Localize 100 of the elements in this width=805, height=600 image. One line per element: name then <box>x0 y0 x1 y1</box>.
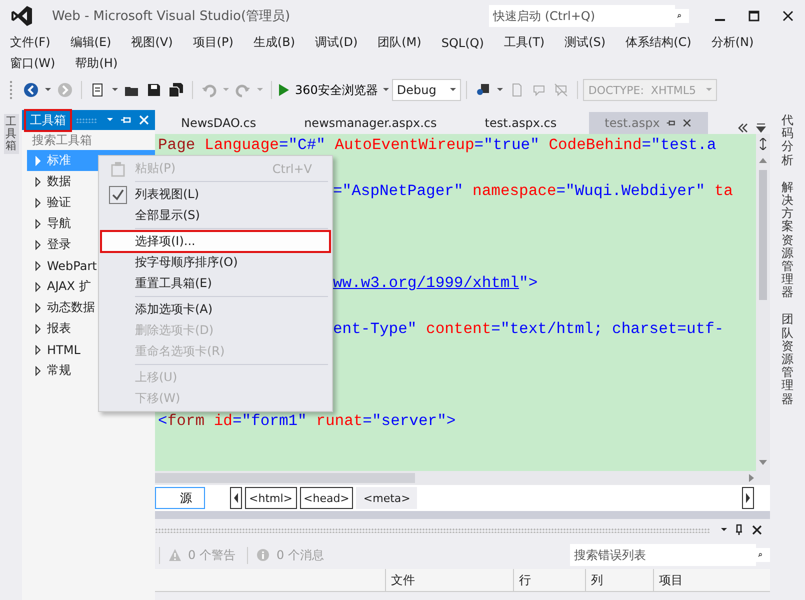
menu-item[interactable]: 测试(S) <box>558 34 612 51</box>
scroll-left-icon[interactable] <box>230 487 242 509</box>
info-icon <box>256 548 270 562</box>
play-icon <box>279 84 289 96</box>
close-icon[interactable] <box>682 118 692 128</box>
error-search-field[interactable]: 搜索错误列表 <box>570 544 756 566</box>
menu-item[interactable]: 编辑(E) <box>64 34 118 51</box>
menu-item[interactable]: 项目(P) <box>186 34 240 51</box>
side-panel-tab[interactable]: 团队资源管理器 <box>782 313 794 406</box>
menu-item[interactable]: 调试(D) <box>309 34 364 51</box>
breadcrumb-tag[interactable]: <html> <box>245 487 296 509</box>
column-header[interactable]: 行 <box>514 569 586 591</box>
scroll-tabs-icon[interactable] <box>737 122 749 134</box>
toolbox-side-tab[interactable]: 工具箱 <box>4 114 18 154</box>
scroll-down-icon[interactable] <box>759 459 767 467</box>
menu-item[interactable]: 工具(T) <box>498 34 551 51</box>
code-token: content <box>425 320 492 338</box>
scrollbar-thumb[interactable] <box>759 170 767 300</box>
code-token: ="server" <box>362 412 446 430</box>
expand-arrow-icon <box>35 260 41 270</box>
caret-icon[interactable] <box>382 88 389 92</box>
configuration-dropdown[interactable]: Debug <box>392 79 462 101</box>
code-token: AutoEventWireup <box>334 136 474 154</box>
clipboard-icon <box>109 160 127 178</box>
menu-item[interactable]: 体系结构(C) <box>620 34 698 51</box>
back-icon[interactable] <box>23 82 39 98</box>
code-token: id <box>212 412 232 430</box>
expand-arrow-icon <box>35 240 41 250</box>
toolbox-search-field[interactable]: 搜索工具箱 <box>28 129 149 151</box>
code-token: ="test.a <box>642 136 716 154</box>
code-token: runat <box>315 412 363 430</box>
scroll-right-icon[interactable] <box>742 487 754 509</box>
quick-launch-field[interactable]: 快速启动 (Ctrl+Q) <box>489 5 675 27</box>
search-icon[interactable] <box>675 9 689 23</box>
context-menu-item[interactable]: 添加选项卡(A) <box>101 299 330 320</box>
expand-arrow-icon <box>35 218 41 228</box>
window-title: Web - Microsoft Visual Studio(管理员) <box>52 8 292 25</box>
column-header[interactable]: 列 <box>586 569 654 591</box>
side-panel-tab[interactable]: 代码分析 <box>782 114 794 167</box>
context-menu-item[interactable]: 重置工具箱(E) <box>101 273 330 294</box>
side-panel-tab[interactable]: 解决方案资源管理器 <box>782 180 794 300</box>
code-token: ent-Type" <box>333 320 417 338</box>
maximize-icon[interactable] <box>748 10 760 22</box>
document-tab[interactable]: newsmanager.aspx.cs <box>288 112 453 134</box>
run-button[interactable]: 360安全浏览器 <box>277 82 380 98</box>
context-menu-item[interactable]: 选择项(I)... <box>101 231 330 252</box>
menu-item[interactable]: SQL(Q) <box>435 36 490 50</box>
pin-icon[interactable] <box>733 524 745 536</box>
code-token: Language <box>204 136 279 154</box>
code-token: ="form1" <box>232 412 307 430</box>
caret-icon[interactable] <box>497 88 504 92</box>
caret-icon[interactable] <box>112 88 118 92</box>
caret-icon <box>706 88 712 92</box>
expand-arrow-icon <box>35 344 41 354</box>
save-all-icon[interactable] <box>168 82 184 98</box>
column-header[interactable]: 项目 <box>654 569 770 591</box>
code-token: namespace <box>472 182 556 200</box>
breadcrumb-tag[interactable]: <meta> <box>356 487 418 509</box>
code-token: CodeBehind <box>548 136 642 154</box>
document-tab[interactable]: NewsDAO.cs <box>165 112 272 134</box>
scrollbar-thumb[interactable] <box>155 473 415 483</box>
expand-arrow-icon <box>35 324 41 334</box>
save-icon[interactable] <box>146 82 162 98</box>
code-token: ="Wuqi.Webdiyer" <box>556 182 706 200</box>
code-link[interactable]: ww.w3.org/1999/xhtml <box>333 274 520 292</box>
code-token: ="text/html; charset=utf- <box>491 320 724 338</box>
breadcrumb-tag[interactable]: <head> <box>300 487 354 509</box>
menu-item[interactable]: 窗口(W) <box>4 55 62 72</box>
warning-icon <box>168 548 182 562</box>
menu-item[interactable]: 分析(N) <box>705 34 760 51</box>
code-token: "> <box>519 274 538 292</box>
menu-item[interactable]: 帮助(H) <box>69 55 124 72</box>
code-token: form <box>167 412 205 430</box>
pin-icon[interactable] <box>666 118 676 128</box>
menu-item[interactable]: 视图(V) <box>125 34 179 51</box>
split-icon[interactable] <box>757 138 769 150</box>
scroll-up-icon[interactable] <box>759 156 767 164</box>
search-icon[interactable] <box>756 548 770 562</box>
caret-icon[interactable] <box>721 528 727 532</box>
document-tab[interactable]: test.aspx.cs <box>468 112 573 134</box>
expand-arrow-icon <box>35 366 41 376</box>
context-menu-item[interactable]: 按字母顺序排序(O) <box>101 252 330 273</box>
close-icon[interactable] <box>751 524 763 536</box>
caret-icon <box>450 88 456 92</box>
menu-item[interactable]: 团队(M) <box>372 34 428 51</box>
source-view-button[interactable]: 源 <box>155 487 205 509</box>
context-menu-item[interactable]: 列表视图(L) <box>101 184 330 205</box>
column-header[interactable]: 文件 <box>386 569 514 591</box>
context-menu-item[interactable]: 全部显示(S) <box>101 205 330 226</box>
expand-arrow-icon <box>35 156 41 166</box>
tab-list-icon[interactable] <box>755 122 767 134</box>
code-token: < <box>158 412 168 430</box>
panel-title: 工具箱 <box>26 110 70 130</box>
caret-icon[interactable] <box>45 88 51 92</box>
code-token: Page <box>158 136 196 154</box>
close-icon[interactable] <box>782 10 794 22</box>
expand-arrow-icon <box>35 302 41 312</box>
menu-item[interactable]: 文件(F) <box>4 34 56 51</box>
expand-arrow-icon <box>35 176 41 186</box>
menu-item[interactable]: 生成(B) <box>247 34 302 51</box>
